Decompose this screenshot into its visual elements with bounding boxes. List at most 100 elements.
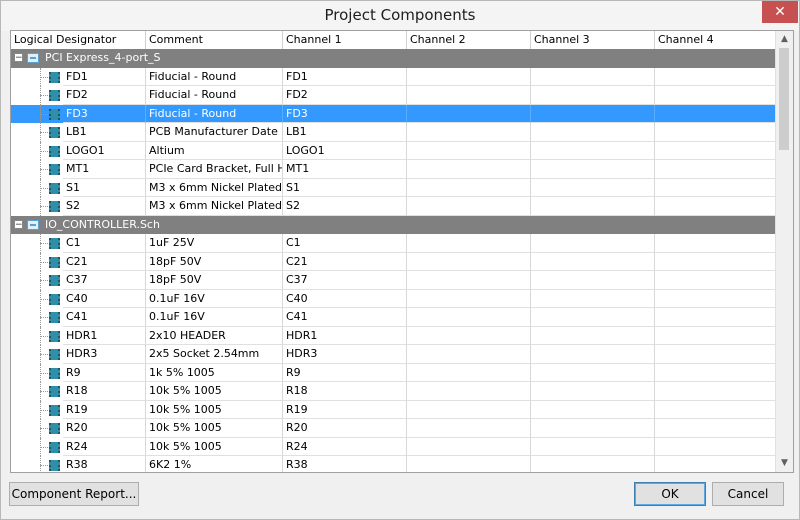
component-row[interactable]: R20 10k 5% 1005 R20	[11, 419, 781, 438]
channel-cell[interactable]	[655, 160, 781, 179]
channel-cell[interactable]: S2	[283, 197, 407, 216]
scroll-thumb[interactable]	[779, 48, 789, 150]
channel-cell[interactable]	[531, 234, 655, 253]
channel-cell[interactable]	[655, 345, 781, 364]
channel-cell[interactable]	[407, 141, 531, 160]
component-row[interactable]: C41 0.1uF 16V C41	[11, 308, 781, 327]
channel-cell[interactable]	[655, 308, 781, 327]
channel-cell[interactable]	[531, 345, 655, 364]
comment-cell[interactable]: Altium	[146, 141, 283, 160]
channel-cell[interactable]: HDR3	[283, 345, 407, 364]
designator-cell[interactable]: C41	[63, 308, 146, 327]
channel-cell[interactable]	[531, 400, 655, 419]
scroll-up-icon[interactable]: ▲	[776, 31, 793, 48]
channel-cell[interactable]: C41	[283, 308, 407, 327]
component-row[interactable]: LB1 PCB Manufacturer Date & (LB1	[11, 123, 781, 142]
column-header[interactable]: Logical Designator	[11, 31, 146, 49]
vertical-scrollbar[interactable]: ▲ ▼	[775, 31, 793, 472]
comment-cell[interactable]: 2x10 HEADER	[146, 326, 283, 345]
component-row[interactable]: FD2 Fiducial - Round FD2	[11, 86, 781, 105]
channel-cell[interactable]	[531, 382, 655, 401]
component-row[interactable]: HDR1 2x10 HEADER HDR1	[11, 326, 781, 345]
comment-cell[interactable]: M3 x 6mm Nickel Plated Sc	[146, 197, 283, 216]
component-row[interactable]: LOGO1 Altium LOGO1	[11, 141, 781, 160]
comment-cell[interactable]: 10k 5% 1005	[146, 400, 283, 419]
channel-cell[interactable]	[531, 419, 655, 438]
component-row[interactable]: C37 18pF 50V C37	[11, 271, 781, 290]
group-row[interactable]: − PCI Express_4-port_S	[11, 49, 781, 68]
cancel-button[interactable]: Cancel	[712, 482, 784, 506]
channel-cell[interactable]	[407, 67, 531, 86]
comment-cell[interactable]: Fiducial - Round	[146, 104, 283, 123]
channel-cell[interactable]: R9	[283, 363, 407, 382]
channel-cell[interactable]	[655, 456, 781, 472]
designator-cell[interactable]: C40	[63, 289, 146, 308]
ok-button[interactable]: OK	[634, 482, 706, 506]
channel-cell[interactable]: LB1	[283, 123, 407, 142]
channel-cell[interactable]: C21	[283, 252, 407, 271]
comment-cell[interactable]: 6K2 1%	[146, 456, 283, 472]
channel-cell[interactable]	[531, 252, 655, 271]
component-row[interactable]: FD1 Fiducial - Round FD1	[11, 67, 781, 86]
component-row[interactable]: C21 18pF 50V C21	[11, 252, 781, 271]
channel-cell[interactable]	[655, 67, 781, 86]
channel-cell[interactable]: R18	[283, 382, 407, 401]
collapse-icon[interactable]: −	[14, 219, 23, 229]
channel-cell[interactable]	[407, 252, 531, 271]
channel-cell[interactable]: HDR1	[283, 326, 407, 345]
designator-cell[interactable]: FD2	[63, 86, 146, 105]
channel-cell[interactable]	[655, 234, 781, 253]
channel-cell[interactable]	[531, 271, 655, 290]
column-header[interactable]: Channel 1	[283, 31, 407, 49]
channel-cell[interactable]	[407, 104, 531, 123]
channel-cell[interactable]	[407, 382, 531, 401]
channel-cell[interactable]	[655, 437, 781, 456]
component-row[interactable]: R24 10k 5% 1005 R24	[11, 437, 781, 456]
designator-cell[interactable]: R9	[63, 363, 146, 382]
comment-cell[interactable]: 18pF 50V	[146, 252, 283, 271]
channel-cell[interactable]	[407, 400, 531, 419]
designator-cell[interactable]: R19	[63, 400, 146, 419]
comment-cell[interactable]: 10k 5% 1005	[146, 382, 283, 401]
close-button[interactable]: ✕	[762, 1, 798, 23]
designator-cell[interactable]: HDR1	[63, 326, 146, 345]
column-header[interactable]: Channel 4	[655, 31, 781, 49]
channel-cell[interactable]	[407, 308, 531, 327]
comment-cell[interactable]: Fiducial - Round	[146, 86, 283, 105]
column-header[interactable]: Comment	[146, 31, 283, 49]
designator-cell[interactable]: LOGO1	[63, 141, 146, 160]
channel-cell[interactable]	[655, 326, 781, 345]
channel-cell[interactable]	[655, 141, 781, 160]
component-row[interactable]: MT1PCIe Card Bracket, Full HeigMT1	[11, 160, 781, 179]
channel-cell[interactable]: MT1	[283, 160, 407, 179]
channel-cell[interactable]	[531, 104, 655, 123]
component-report-button[interactable]: Component Report...	[9, 482, 139, 506]
channel-cell[interactable]	[531, 160, 655, 179]
channel-cell[interactable]: C37	[283, 271, 407, 290]
comment-cell[interactable]: 18pF 50V	[146, 271, 283, 290]
channel-cell[interactable]	[531, 326, 655, 345]
channel-cell[interactable]: R24	[283, 437, 407, 456]
channel-cell[interactable]	[655, 178, 781, 197]
channel-cell[interactable]: C1	[283, 234, 407, 253]
channel-cell[interactable]: LOGO1	[283, 141, 407, 160]
channel-cell[interactable]	[655, 123, 781, 142]
channel-cell[interactable]	[407, 123, 531, 142]
comment-cell[interactable]: 1k 5% 1005	[146, 363, 283, 382]
comment-cell[interactable]: 1uF 25V	[146, 234, 283, 253]
channel-cell[interactable]: FD3	[283, 104, 407, 123]
designator-cell[interactable]: FD3	[63, 104, 146, 123]
designator-cell[interactable]: C1	[63, 234, 146, 253]
channel-cell[interactable]	[407, 289, 531, 308]
group-row[interactable]: − IO_CONTROLLER.Sch	[11, 215, 781, 234]
comment-cell[interactable]: Fiducial - Round	[146, 67, 283, 86]
channel-cell[interactable]: C40	[283, 289, 407, 308]
component-row[interactable]: R19 10k 5% 1005 R19	[11, 400, 781, 419]
designator-cell[interactable]: S2	[63, 197, 146, 216]
collapse-icon[interactable]: −	[14, 53, 23, 63]
scroll-down-icon[interactable]: ▼	[776, 455, 793, 472]
comment-cell[interactable]: M3 x 6mm Nickel Plated Sc	[146, 178, 283, 197]
component-row[interactable]: S1M3 x 6mm Nickel Plated ScS1	[11, 178, 781, 197]
comment-cell[interactable]: PCIe Card Bracket, Full Heig	[146, 160, 283, 179]
component-row[interactable]: S2M3 x 6mm Nickel Plated ScS2	[11, 197, 781, 216]
